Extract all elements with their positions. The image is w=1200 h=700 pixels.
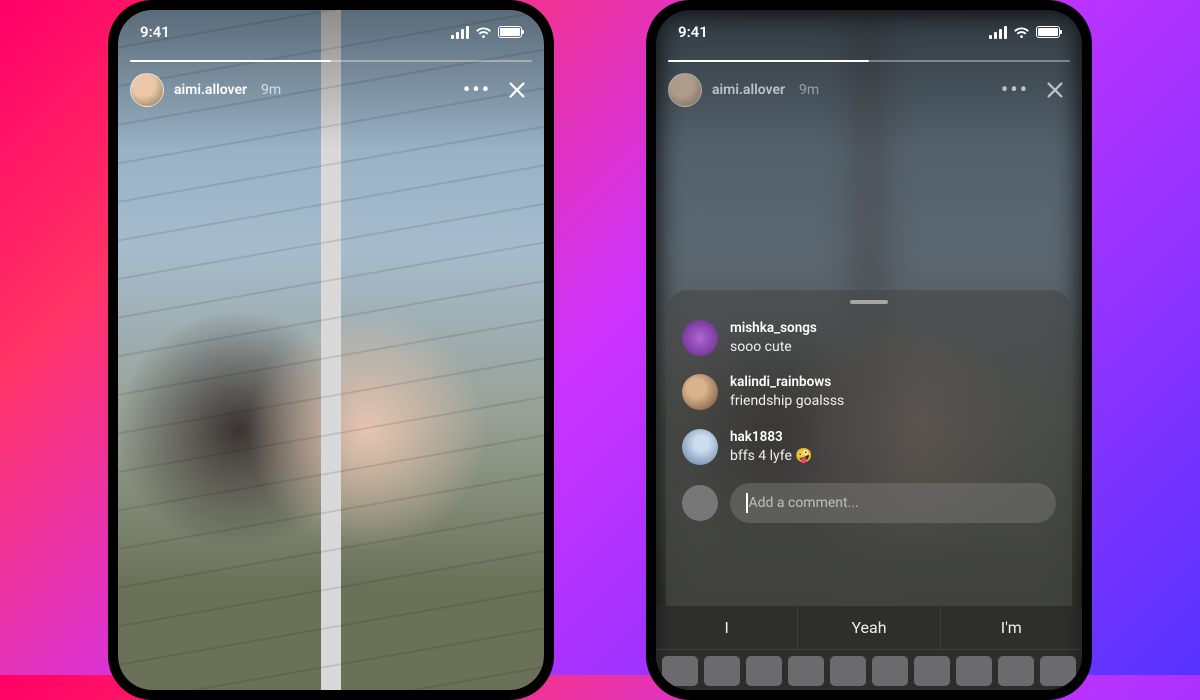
comment-item[interactable]: hak1883 bffs 4 lyfe 🤪	[682, 429, 1056, 465]
commenter-username[interactable]: mishka_songs	[730, 320, 817, 337]
commenter-avatar[interactable]	[682, 320, 718, 356]
keyboard-suggestion[interactable]: I'm	[940, 606, 1082, 649]
close-icon[interactable]	[1040, 75, 1070, 105]
story-progress-bar[interactable]	[668, 60, 1070, 62]
cellular-icon	[989, 26, 1007, 39]
comment-input[interactable]: Add a comment...	[730, 483, 1056, 523]
keyboard-row[interactable]	[656, 650, 1082, 686]
comment-text: sooo cute	[730, 339, 817, 357]
battery-icon	[1036, 26, 1060, 38]
phone-right-comments: 9:41 aimi.allover 9m ••• mishka_son	[646, 0, 1092, 700]
status-time: 9:41	[678, 23, 708, 41]
comment-placeholder: Add a comment...	[749, 495, 859, 511]
keyboard-suggestion[interactable]: I	[656, 606, 797, 649]
author-avatar[interactable]	[668, 73, 702, 107]
status-bar: 9:41	[656, 10, 1082, 54]
keyboard-suggestion[interactable]: Yeah	[797, 606, 939, 649]
keyboard[interactable]: I Yeah I'm	[656, 606, 1082, 690]
comment-text: bffs 4 lyfe 🤪	[730, 448, 813, 466]
story-progress-bar[interactable]	[130, 60, 532, 62]
story-time-ago: 9m	[261, 82, 281, 98]
commenter-username[interactable]: hak1883	[730, 429, 813, 446]
author-avatar[interactable]	[130, 73, 164, 107]
commenter-avatar[interactable]	[682, 374, 718, 410]
commenter-avatar[interactable]	[682, 429, 718, 465]
comment-item[interactable]: mishka_songs sooo cute	[682, 320, 1056, 356]
sheet-grabber[interactable]	[850, 300, 888, 304]
status-bar: 9:41	[118, 10, 544, 54]
commenter-username[interactable]: kalindi_rainbows	[730, 374, 844, 391]
cellular-icon	[451, 26, 469, 39]
more-options-icon[interactable]: •••	[462, 75, 492, 105]
phone-left-story: 9:41 aimi.allover 9m •••	[108, 0, 554, 700]
author-username[interactable]: aimi.allover	[712, 82, 785, 98]
story-time-ago: 9m	[799, 82, 819, 98]
my-avatar[interactable]	[682, 485, 718, 521]
more-options-icon[interactable]: •••	[1000, 75, 1030, 105]
wifi-icon	[475, 26, 492, 39]
comment-text: friendship goalsss	[730, 393, 844, 411]
battery-icon	[498, 26, 522, 38]
wifi-icon	[1013, 26, 1030, 39]
close-icon[interactable]	[502, 75, 532, 105]
comment-item[interactable]: kalindi_rainbows friendship goalsss	[682, 374, 1056, 410]
author-username[interactable]: aimi.allover	[174, 82, 247, 98]
status-time: 9:41	[140, 23, 170, 41]
